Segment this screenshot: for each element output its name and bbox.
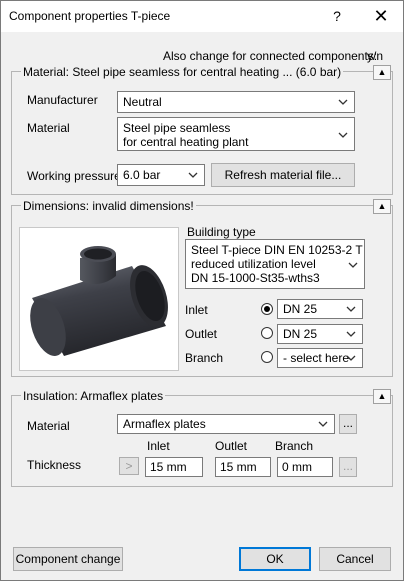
thickness-branch-browse-button[interactable]: ...: [339, 457, 357, 477]
thickness-label: Thickness: [27, 458, 82, 472]
dimensions-section-title: Dimensions: invalid dimensions!: [21, 199, 196, 213]
material-select[interactable]: Steel pipe seamless for central heating …: [117, 117, 355, 151]
material-value-line2: for central heating plant: [123, 135, 249, 149]
dimensions-collapse-button[interactable]: ▲: [373, 199, 391, 214]
chevron-down-icon: [338, 132, 348, 138]
material-section-title: Material: Steel pipe seamless for centra…: [21, 65, 344, 79]
manufacturer-select[interactable]: Neutral: [117, 91, 355, 113]
thickness-branch-input[interactable]: 0 mm: [277, 457, 333, 477]
building-type-label: Building type: [187, 225, 256, 239]
outlet-radio[interactable]: [261, 327, 273, 339]
yn-label: y/n: [367, 49, 384, 63]
branch-select[interactable]: - select here: [277, 348, 363, 368]
window-title: Component properties T-piece: [9, 9, 171, 23]
manufacturer-value: Neutral: [123, 95, 162, 109]
outlet-label: Outlet: [185, 327, 218, 341]
material-collapse-button[interactable]: ▲: [373, 65, 391, 80]
t-piece-image: [19, 227, 179, 371]
help-button[interactable]: ?: [323, 5, 351, 27]
branch-label: Branch: [185, 351, 224, 365]
thickness-inlet-input[interactable]: 15 mm: [145, 457, 203, 477]
refresh-material-file-button[interactable]: Refresh material file...: [211, 163, 355, 187]
title-bar: Component properties T-piece ? ✕: [1, 1, 403, 32]
building-type-line3: DN 15-1000-St35-wths3: [191, 271, 320, 285]
inlet-label: Inlet: [185, 303, 208, 317]
inlet-select[interactable]: DN 25: [277, 299, 363, 319]
t-piece-pipe-icon: [30, 246, 168, 356]
thickness-inlet-header: Inlet: [147, 439, 170, 453]
chevron-down-icon: [346, 306, 356, 312]
insulation-material-label: Material: [27, 419, 70, 433]
chevron-down-icon: [338, 99, 348, 105]
thickness-outlet-input[interactable]: 15 mm: [215, 457, 271, 477]
thickness-outlet-header: Outlet: [215, 439, 248, 453]
chevron-down-icon: [346, 331, 356, 337]
cancel-button[interactable]: Cancel: [319, 547, 391, 571]
chevron-down-icon: [318, 421, 328, 427]
close-button[interactable]: ✕: [367, 5, 395, 27]
insulation-section-title: Insulation: Armaflex plates: [21, 389, 166, 403]
chevron-down-icon: [188, 172, 198, 178]
connected-components-label: Also change for connected components:: [163, 49, 378, 63]
insulation-browse-button[interactable]: ...: [339, 414, 357, 434]
branch-value: - select here: [283, 351, 350, 365]
building-type-line1: Steel T-piece DIN EN 10253-2 T: [191, 243, 363, 257]
dialog-window: Component properties T-piece ? ✕ Also ch…: [0, 0, 404, 581]
outlet-value: DN 25: [283, 327, 318, 341]
ok-button[interactable]: OK: [239, 547, 311, 571]
material-label: Material: [27, 121, 70, 135]
thickness-copy-arrow-button[interactable]: >: [119, 457, 139, 475]
inlet-radio[interactable]: [261, 303, 273, 315]
outlet-select[interactable]: DN 25: [277, 324, 363, 344]
insulation-material-value: Armaflex plates: [123, 417, 206, 431]
chevron-down-icon: [348, 262, 358, 268]
inlet-value: DN 25: [283, 302, 318, 316]
working-pressure-label: Working pressure: [27, 169, 121, 183]
manufacturer-label: Manufacturer: [27, 93, 98, 107]
working-pressure-value: 6.0 bar: [123, 168, 161, 182]
material-value-line1: Steel pipe seamless: [123, 121, 231, 135]
branch-radio[interactable]: [261, 351, 273, 363]
working-pressure-select[interactable]: 6.0 bar: [117, 164, 205, 186]
building-type-line2: reduced utilization level: [191, 257, 316, 271]
component-change-button[interactable]: Component change: [13, 547, 123, 571]
insulation-material-select[interactable]: Armaflex plates: [117, 414, 335, 434]
insulation-collapse-button[interactable]: ▲: [373, 389, 391, 404]
chevron-down-icon: [346, 355, 356, 361]
building-type-select[interactable]: Steel T-piece DIN EN 10253-2 T reduced u…: [185, 239, 365, 289]
thickness-branch-header: Branch: [275, 439, 314, 453]
